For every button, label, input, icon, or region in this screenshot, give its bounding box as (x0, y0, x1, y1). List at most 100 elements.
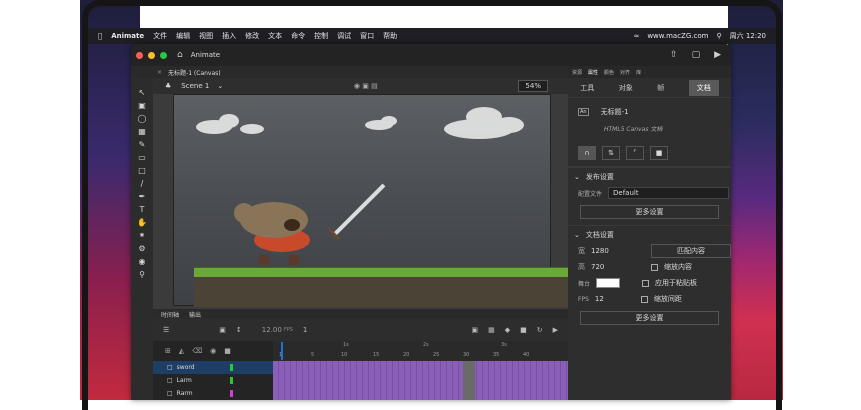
insert-keyframe-icon[interactable]: ◆ (505, 326, 510, 334)
brush-icon[interactable]: ✎ (139, 140, 146, 149)
rectangle-icon[interactable]: □ (138, 166, 146, 175)
fps-value[interactable]: 12.00 (262, 326, 282, 334)
width-field[interactable]: 1280 (591, 247, 631, 255)
layer-row[interactable]: □sword (153, 361, 273, 374)
profile-select[interactable]: Default (608, 187, 729, 199)
paint-bucket-icon[interactable]: ▦ (138, 127, 146, 136)
stage-canvas[interactable] (173, 94, 551, 306)
graph-icon[interactable]: ↕ (236, 326, 242, 334)
menu-control[interactable]: 控制 (314, 31, 328, 41)
fit-stage-icon[interactable]: ⇅ (602, 146, 620, 160)
pen-icon[interactable]: ✒ (139, 192, 146, 201)
tab-frame[interactable]: 帧 (657, 83, 664, 93)
menu-text[interactable]: 文本 (268, 31, 282, 41)
tab-align[interactable]: 对齐 (620, 69, 630, 76)
height-field[interactable]: 720 (591, 263, 631, 271)
selection-tool-icon[interactable]: ↖ (139, 88, 146, 97)
lasso-icon[interactable]: ◯ (138, 114, 147, 123)
lock-icon[interactable]: ■ (650, 146, 668, 160)
menu-debug[interactable]: 调试 (337, 31, 351, 41)
layer-color[interactable] (230, 377, 233, 384)
zoom-button[interactable] (160, 52, 167, 59)
layer-row[interactable]: □Rarm (153, 387, 273, 400)
line-icon[interactable]: ∕ (141, 179, 144, 188)
scale-content-checkbox[interactable] (651, 264, 658, 271)
eyedropper-icon[interactable]: ⁕ (139, 231, 146, 240)
stage-tools-icon[interactable]: ◉ ▣ ▤ (354, 82, 378, 90)
menu-animate[interactable]: Animate (111, 32, 144, 40)
scale-spacing-checkbox[interactable] (641, 296, 648, 303)
scene-name[interactable]: Scene 1 (181, 82, 209, 90)
search-icon[interactable]: ⚲ (716, 32, 721, 40)
tab-assets[interactable]: 资源 (572, 69, 582, 76)
tab-tool[interactable]: 工具 (580, 83, 594, 93)
step-forward-icon[interactable]: ▶ (553, 326, 558, 334)
chevron-down-icon[interactable]: ⌄ (217, 82, 223, 90)
onion-skin-icon[interactable]: ▣ (471, 326, 478, 334)
delete-layer-icon[interactable]: ⌫ (192, 347, 202, 355)
home-icon[interactable]: ⌂ (177, 50, 183, 60)
tab-library[interactable]: 库 (636, 69, 641, 76)
menu-file[interactable]: 文件 (153, 31, 167, 41)
lock-icon[interactable]: ■ (224, 347, 231, 355)
frame-mode-icon[interactable]: ▦ (488, 326, 495, 334)
menu-help[interactable]: 帮助 (383, 31, 397, 41)
stage-color-swatch[interactable] (596, 278, 620, 288)
publish-section-header[interactable]: ⌄发布设置 (568, 167, 731, 185)
loop-icon[interactable]: ↻ (537, 326, 543, 334)
frame-ruler[interactable]: 1s 2s 3s 1 5 10 15 20 25 30 35 40 (273, 341, 568, 361)
layer-color[interactable] (230, 364, 233, 371)
menu-edit[interactable]: 编辑 (176, 31, 190, 41)
workspace-icon[interactable]: ▢ (692, 50, 701, 60)
menubar-clock[interactable]: 周六 12:20 (730, 31, 766, 41)
tab-object[interactable]: 对象 (619, 83, 633, 93)
more-settings-button-2[interactable]: 更多设置 (580, 311, 719, 325)
tab-color[interactable]: 颜色 (604, 69, 614, 76)
close-tab-icon[interactable]: × (157, 69, 162, 76)
layers-icon[interactable]: ☰ (163, 326, 169, 334)
document-tab[interactable]: 无标题-1 (Canvas) (168, 68, 221, 77)
layer-color[interactable] (230, 390, 233, 397)
visibility-icon[interactable]: ◉ (210, 347, 216, 355)
free-transform-icon[interactable]: ▣ (138, 101, 146, 110)
current-frame[interactable]: 1 (303, 326, 307, 334)
doc-section-header[interactable]: ⌄文档设置 (568, 225, 731, 243)
menu-insert[interactable]: 插入 (222, 31, 236, 41)
more-settings-button[interactable]: 更多设置 (580, 205, 719, 219)
pin-icon[interactable]: ⚙ (138, 244, 145, 253)
play-icon[interactable]: ▶ (714, 50, 721, 60)
add-layer-icon[interactable]: ⊞ (165, 347, 171, 355)
wifi-icon[interactable]: ≈ (633, 32, 639, 40)
camera-tool-icon[interactable]: ◉ (139, 257, 146, 266)
corner-icon[interactable]: ⌜ (626, 146, 644, 160)
minimize-button[interactable] (148, 52, 155, 59)
apply-pasteboard-checkbox[interactable] (642, 280, 649, 287)
camera-icon[interactable]: ▣ (219, 326, 226, 334)
menu-view[interactable]: 视图 (199, 31, 213, 41)
apple-icon[interactable]:  (98, 32, 102, 40)
magnet-icon[interactable]: ∩ (578, 146, 596, 160)
frame-spans[interactable] (273, 361, 568, 400)
close-button[interactable] (136, 52, 143, 59)
share-icon[interactable]: ⇧ (670, 50, 678, 60)
tab-document[interactable]: 文档 (689, 80, 719, 96)
fps-field[interactable]: 12 (595, 295, 619, 303)
folder-icon[interactable]: ◭ (179, 347, 184, 355)
layer-name[interactable]: sword (177, 364, 195, 371)
tab-timeline[interactable]: 时间轴 (161, 310, 179, 319)
edit-multiple-icon[interactable]: ■ (520, 326, 527, 334)
zoom-tool-icon[interactable]: ⚲ (139, 270, 145, 279)
layer-name[interactable]: Larm (177, 377, 192, 384)
tab-properties[interactable]: 属性 (588, 69, 598, 76)
match-content-button[interactable]: 匹配内容 (651, 244, 731, 258)
eraser-icon[interactable]: ▭ (138, 153, 146, 162)
zoom-field[interactable]: 54% (518, 80, 548, 92)
menu-window[interactable]: 窗口 (360, 31, 374, 41)
scene-icon[interactable]: ♣ (165, 82, 171, 90)
text-tool-icon[interactable]: T (140, 205, 145, 214)
layer-name[interactable]: Rarm (177, 390, 193, 397)
hand-tool-icon[interactable]: ✋ (137, 218, 147, 227)
menu-commands[interactable]: 命令 (291, 31, 305, 41)
tab-output[interactable]: 输出 (189, 310, 201, 319)
menu-modify[interactable]: 修改 (245, 31, 259, 41)
